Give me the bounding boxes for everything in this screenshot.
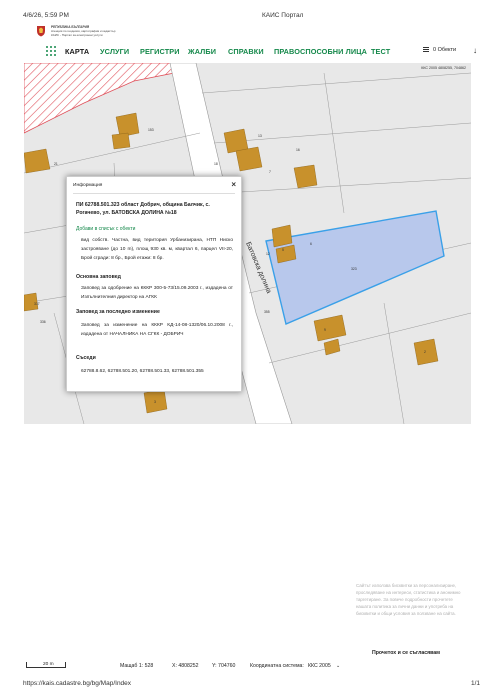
list-icon xyxy=(423,47,429,53)
parcel-label: 323 xyxy=(351,267,357,271)
download-arrow-icon[interactable]: ↓ xyxy=(473,46,477,55)
chevron-down-icon[interactable]: ⌄ xyxy=(336,663,340,669)
coordinate-system-select[interactable]: ККС 2005 xyxy=(308,663,331,669)
parcel-label: 21 xyxy=(54,162,58,166)
nav-item-complaints[interactable]: ЖАЛБИ xyxy=(188,47,216,56)
scale-bar-label: 20 m xyxy=(43,662,54,667)
last-change-heading: Заповед за последно изменение xyxy=(76,309,160,315)
nav-item-registers[interactable]: РЕГИСТРИ xyxy=(140,47,180,56)
print-footer: https://kais.cadastre.bg/bg/Map/Index 1/… xyxy=(0,680,494,692)
scale-readout: Мащаб 1: 528 xyxy=(120,663,154,669)
agency-name: РЕПУБЛИКА БЪЛГАРИЯ Агенция по геодезия, … xyxy=(51,25,115,37)
x-coordinate-readout: X: 4808252 xyxy=(172,663,199,669)
last-change-text: Заповед за изменение на КККР КД-14-08-13… xyxy=(81,323,233,337)
cookie-notice: Сайтът използва бисквитки за персонализи… xyxy=(356,583,461,616)
basic-order-heading: Основна заповед xyxy=(76,274,121,280)
basic-order-text: Заповед за одобрение на КККР 300-5-73/15… xyxy=(81,286,233,300)
nav-item-licensed-persons[interactable]: ПРАВОСПОСОБНИ ЛИЦА xyxy=(274,47,367,56)
add-to-objects-link[interactable]: Добави в списък с обекти xyxy=(76,226,135,232)
print-url: https://kais.cadastre.bg/bg/Map/Index xyxy=(23,680,132,687)
parcel-label: 13 xyxy=(258,134,262,138)
parcel-description: вид собств. Частна, вид територия Урбани… xyxy=(81,238,233,261)
apps-grid-icon[interactable] xyxy=(46,46,56,56)
parcel-label: 16 xyxy=(296,148,300,152)
parcel-label: 2 xyxy=(424,350,426,354)
print-header: 4/6/26, 5:59 PM КАИС Портал xyxy=(0,10,494,22)
print-page-number: 1/1 xyxy=(470,680,480,687)
neighbours-text: 62788.8.62, 62788.501.20, 62788.501.33, … xyxy=(81,369,204,374)
parcel-label: 9 xyxy=(324,328,326,332)
parcel-heading: ПИ 62788.501.323 област Добрич, община Б… xyxy=(76,202,210,216)
print-title: КАИС Портал xyxy=(262,12,304,19)
y-coordinate-readout: Y: 704760 xyxy=(212,663,236,669)
parcel-label: 18 xyxy=(214,162,218,166)
coat-of-arms-logo-icon[interactable] xyxy=(36,25,46,37)
parcel-info-popup: Информация × ПИ 62788.501.323 област Доб… xyxy=(66,176,242,392)
neighbours-heading: Съседи xyxy=(76,355,96,361)
parcel-label: 337 xyxy=(34,302,40,306)
nav-item-reports[interactable]: СПРАВКИ xyxy=(228,47,264,56)
agency-line-3: КАИС - Портал за електронни услуги xyxy=(51,33,103,37)
parcel-label: 355 xyxy=(264,310,270,314)
popup-divider xyxy=(73,193,235,194)
objects-label: 0 Обекти xyxy=(433,47,457,53)
coordinate-system-label: Координатна система: xyxy=(250,663,304,669)
parcel-label: 7 xyxy=(269,170,271,174)
popup-title: Информация xyxy=(73,183,103,188)
map-coordinate-caption: ККС 2005 4808255, 704862 xyxy=(421,66,466,70)
close-icon[interactable]: × xyxy=(231,180,236,189)
parcel-label: 3 xyxy=(154,400,156,404)
nav-item-test[interactable]: ТЕСТ xyxy=(371,47,390,56)
scale-bar: 20 m xyxy=(26,662,66,671)
parcel-label: 5 xyxy=(282,248,284,252)
accept-cookies-button[interactable]: Прочетох и се съгласявам xyxy=(372,650,440,656)
parcel-label: 336 xyxy=(40,320,46,324)
objects-button[interactable]: 0 Обекти xyxy=(423,47,456,53)
nav-item-services[interactable]: УСЛУГИ xyxy=(100,47,129,56)
main-nav: КАРТА УСЛУГИ РЕГИСТРИ ЖАЛБИ СПРАВКИ ПРАВ… xyxy=(24,43,477,57)
parcel-label: 6 xyxy=(310,242,312,246)
site-header: РЕПУБЛИКА БЪЛГАРИЯ Агенция по геодезия, … xyxy=(24,24,477,64)
parcel-label: 153 xyxy=(148,128,154,132)
print-datetime: 4/6/26, 5:59 PM xyxy=(23,12,69,19)
parcel-label: 12 xyxy=(266,252,270,256)
nav-item-map[interactable]: КАРТА xyxy=(65,47,89,56)
